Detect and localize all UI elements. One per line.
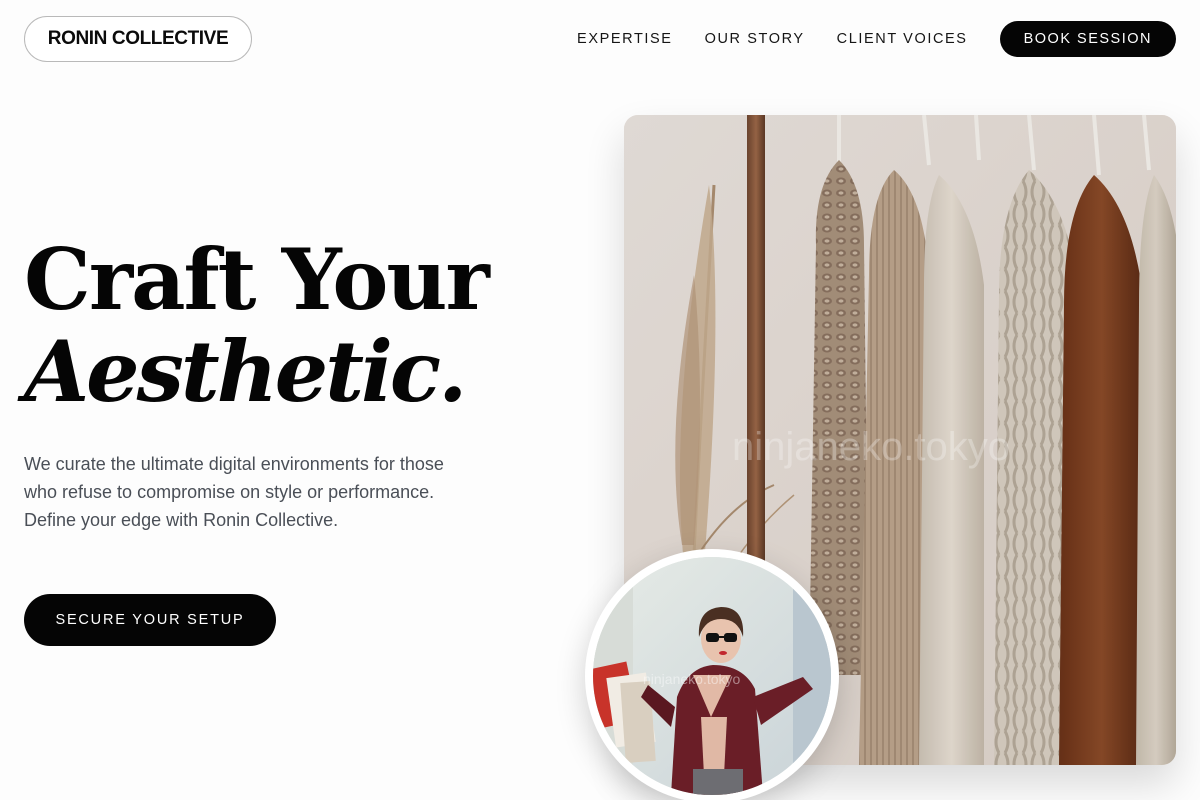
nav-link-client-voices[interactable]: CLIENT VOICES [837, 31, 968, 47]
hero-title: Craft Your Aesthetic. [24, 230, 490, 421]
book-session-button[interactable]: BOOK SESSION [999, 20, 1176, 57]
hero-title-line2: Aesthetic. [24, 322, 467, 421]
main-image-watermark: ninjaneko.tokyo [732, 425, 1010, 469]
landing-page: RONIN COLLECTIVE EXPERTISE OUR STORY CLI… [0, 0, 1200, 800]
main-nav: EXPERTISE OUR STORY CLIENT VOICES BOOK S… [577, 20, 1176, 57]
brand-logo[interactable]: RONIN COLLECTIVE [24, 16, 252, 62]
shopper-avatar-image: ninjaneko.tokyo [585, 549, 839, 800]
hero-title-line1: Craft Your [24, 230, 490, 329]
nav-link-expertise[interactable]: EXPERTISE [577, 31, 673, 47]
secure-setup-button[interactable]: SECURE YOUR SETUP [24, 594, 276, 646]
shopper-illustration: ninjaneko.tokyo [593, 557, 831, 795]
hero-description: We curate the ultimate digital environme… [24, 454, 444, 530]
nav-link-our-story[interactable]: OUR STORY [705, 31, 805, 47]
circle-image-watermark: ninjaneko.tokyo [643, 671, 741, 687]
shopper-image-frame: ninjaneko.tokyo [593, 557, 831, 795]
